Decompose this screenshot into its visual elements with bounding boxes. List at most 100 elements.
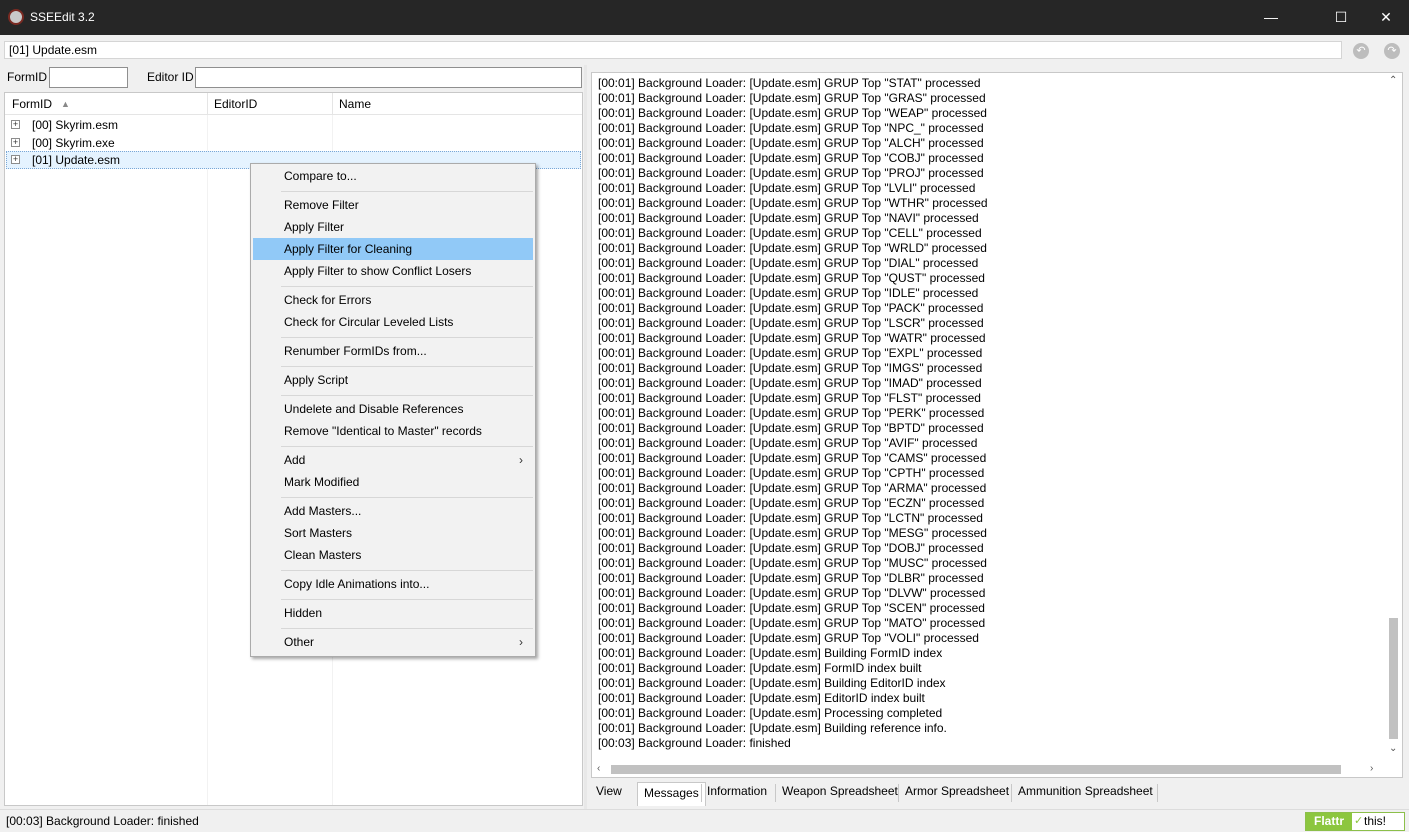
tab-view[interactable]: View — [590, 781, 628, 803]
tab-ammunition-spreadsheet[interactable]: Ammunition Spreadsheet — [1012, 781, 1159, 803]
column-name[interactable]: Name — [339, 97, 371, 111]
pane-splitter[interactable] — [584, 65, 587, 809]
minimize-button[interactable]: — — [1248, 0, 1294, 35]
log-line: [00:01] Background Loader: [Update.esm] … — [598, 121, 984, 135]
menu-item-compare-to[interactable]: Compare to... — [253, 165, 533, 187]
tree-row[interactable]: + [00] Skyrim.exe — [6, 134, 581, 152]
log-line: [00:01] Background Loader: [Update.esm] … — [598, 361, 983, 375]
menu-item-add-masters[interactable]: Add Masters... — [253, 500, 533, 522]
log-line: [00:01] Background Loader: [Update.esm] … — [598, 376, 982, 390]
expand-plus-icon[interactable]: + — [11, 155, 20, 164]
log-line: [00:01] Background Loader: [Update.esm] … — [598, 496, 985, 510]
editorid-filter-label: Editor ID — [147, 70, 194, 84]
expand-plus-icon[interactable]: + — [11, 120, 20, 129]
app-icon — [8, 9, 24, 25]
log-lines: [00:01] Background Loader: [Update.esm] … — [598, 76, 1378, 751]
submenu-arrow-icon: › — [519, 635, 523, 649]
log-line: [00:01] Background Loader: [Update.esm] … — [598, 241, 987, 255]
log-line: [00:01] Background Loader: [Update.esm] … — [598, 526, 987, 540]
formid-filter-label: FormID — [7, 70, 47, 84]
window-title: SSEEdit 3.2 — [30, 10, 95, 24]
tab-messages[interactable]: Messages — [637, 782, 706, 806]
tab-weapon-spreadsheet[interactable]: Weapon Spreadsheet — [776, 781, 904, 803]
close-button[interactable]: ✕ — [1363, 0, 1409, 35]
column-formid[interactable]: FormID — [12, 97, 52, 111]
log-line: [00:01] Background Loader: [Update.esm] … — [598, 571, 984, 585]
forward-button[interactable]: ↷ — [1384, 43, 1400, 59]
column-divider[interactable] — [332, 93, 333, 115]
log-line: [00:01] Background Loader: [Update.esm] … — [598, 151, 984, 165]
menu-separator — [281, 497, 533, 498]
log-line: [00:01] Background Loader: [Update.esm] … — [598, 706, 943, 720]
menu-item-apply-script[interactable]: Apply Script — [253, 369, 533, 391]
log-line: [00:01] Background Loader: [Update.esm] … — [598, 196, 988, 210]
maximize-icon: ☐ — [1334, 9, 1348, 25]
menu-item-copy-idle-animations[interactable]: Copy Idle Animations into... — [253, 573, 533, 595]
log-line: [00:01] Background Loader: [Update.esm] … — [598, 511, 983, 525]
menu-item-apply-filter-conflict-losers[interactable]: Apply Filter to show Conflict Losers — [253, 260, 533, 282]
log-line: [00:01] Background Loader: [Update.esm] … — [598, 406, 985, 420]
log-line: [00:03] Background Loader: finished — [598, 736, 791, 750]
log-line: [00:01] Background Loader: [Update.esm] … — [598, 586, 986, 600]
tab-separator — [1157, 784, 1158, 802]
flattr-button[interactable]: Flattr ✓ this! — [1305, 812, 1405, 831]
log-line: [00:01] Background Loader: [Update.esm] … — [598, 631, 979, 645]
scroll-right-icon[interactable]: › — [1370, 763, 1373, 774]
column-guide — [207, 115, 208, 805]
editorid-filter-input[interactable] — [195, 67, 582, 88]
menu-separator — [281, 366, 533, 367]
record-path-input[interactable]: [01] Update.esm — [4, 41, 1342, 59]
menu-item-mark-modified[interactable]: Mark Modified — [253, 471, 533, 493]
forward-icon: ↷ — [1387, 45, 1397, 57]
log-line: [00:01] Background Loader: [Update.esm] … — [598, 166, 984, 180]
menu-item-clean-masters[interactable]: Clean Masters — [253, 544, 533, 566]
tab-armor-spreadsheet[interactable]: Armor Spreadsheet — [899, 781, 1015, 803]
formid-filter-input[interactable] — [49, 67, 128, 88]
vertical-scrollbar[interactable]: ⌃ ⌄ — [1385, 73, 1402, 761]
tree-row-label: [00] Skyrim.esm — [32, 118, 119, 132]
menu-item-apply-filter[interactable]: Apply Filter — [253, 216, 533, 238]
menu-item-hidden[interactable]: Hidden — [253, 602, 533, 624]
menu-separator — [281, 570, 533, 571]
column-editorid[interactable]: EditorID — [214, 97, 257, 111]
menu-item-check-circular-leveled-lists[interactable]: Check for Circular Leveled Lists — [253, 311, 533, 333]
menu-item-remove-itm-records[interactable]: Remove "Identical to Master" records — [253, 420, 533, 442]
menu-separator — [281, 337, 533, 338]
bottom-tabs: View Messages Information Weapon Spreads… — [587, 781, 1407, 806]
log-line: [00:01] Background Loader: [Update.esm] … — [598, 541, 984, 555]
menu-item-renumber-formids[interactable]: Renumber FormIDs from... — [253, 340, 533, 362]
menu-separator — [281, 286, 533, 287]
close-icon: ✕ — [1380, 9, 1392, 25]
column-divider[interactable] — [207, 93, 208, 115]
scroll-up-icon[interactable]: ⌃ — [1389, 75, 1397, 86]
tab-information[interactable]: Information — [701, 781, 773, 803]
log-line: [00:01] Background Loader: [Update.esm] … — [598, 286, 979, 300]
menu-item-undelete-disable-references[interactable]: Undelete and Disable References — [253, 398, 533, 420]
log-line: [00:01] Background Loader: [Update.esm] … — [598, 691, 925, 705]
log-line: [00:01] Background Loader: [Update.esm] … — [598, 211, 979, 225]
maximize-button[interactable]: ☐ — [1318, 0, 1364, 35]
log-line: [00:01] Background Loader: [Update.esm] … — [598, 436, 978, 450]
log-line: [00:01] Background Loader: [Update.esm] … — [598, 451, 987, 465]
menu-item-check-for-errors[interactable]: Check for Errors — [253, 289, 533, 311]
log-line: [00:01] Background Loader: [Update.esm] … — [598, 721, 947, 735]
menu-item-sort-masters[interactable]: Sort Masters — [253, 522, 533, 544]
expand-plus-icon[interactable]: + — [11, 138, 20, 147]
scroll-down-icon[interactable]: ⌄ — [1389, 743, 1397, 754]
scroll-thumb[interactable] — [611, 765, 1341, 774]
context-menu: Compare to... Remove Filter Apply Filter… — [250, 163, 536, 657]
back-button[interactable]: ↶ — [1353, 43, 1369, 59]
horizontal-scrollbar[interactable]: ‹ › — [592, 761, 1402, 777]
menu-separator — [281, 191, 533, 192]
menu-item-other[interactable]: Other › — [253, 631, 533, 653]
log-line: [00:01] Background Loader: [Update.esm] … — [598, 181, 976, 195]
tree-header: FormID ▲ EditorID Name — [5, 93, 582, 115]
scroll-left-icon[interactable]: ‹ — [597, 763, 600, 774]
log-line: [00:01] Background Loader: [Update.esm] … — [598, 466, 985, 480]
messages-log[interactable]: [00:01] Background Loader: [Update.esm] … — [591, 72, 1403, 778]
tree-row[interactable]: + [00] Skyrim.esm — [6, 116, 581, 134]
scroll-thumb[interactable] — [1389, 618, 1398, 739]
menu-item-add[interactable]: Add › — [253, 449, 533, 471]
menu-item-apply-filter-for-cleaning[interactable]: Apply Filter for Cleaning — [253, 238, 533, 260]
menu-item-remove-filter[interactable]: Remove Filter — [253, 194, 533, 216]
